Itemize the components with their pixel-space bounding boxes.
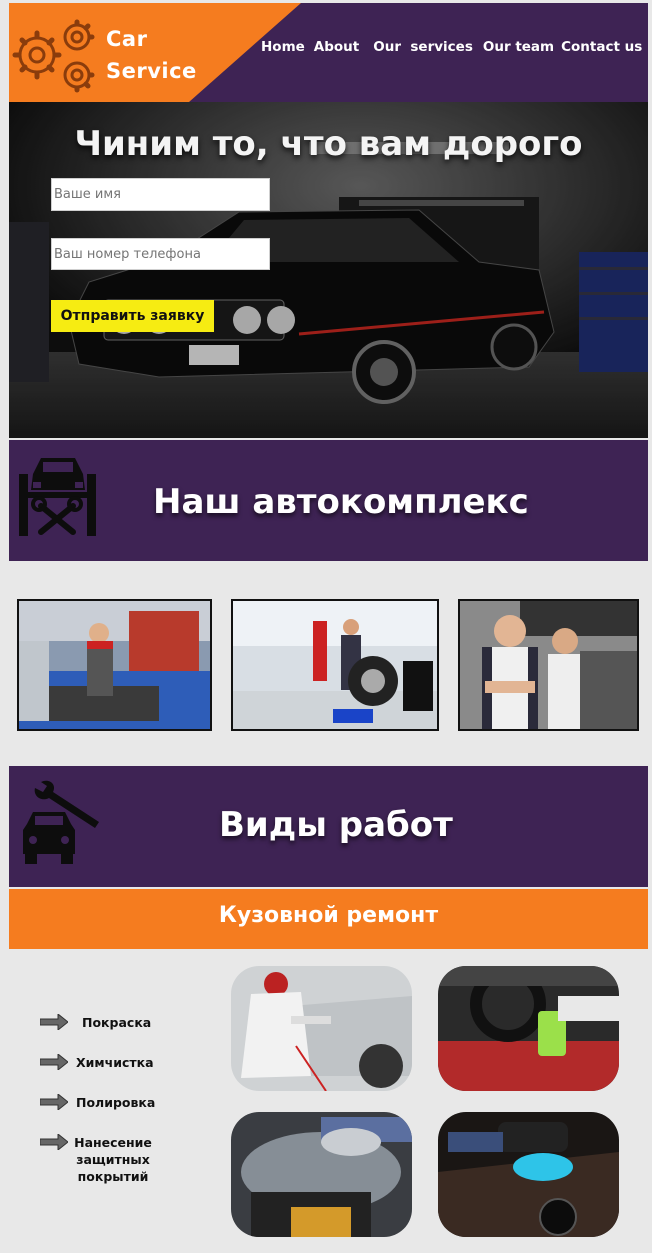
work-item-label: Химчистка [76, 1055, 154, 1070]
work-item-polishing[interactable]: Полировка [40, 1094, 155, 1111]
interior-cleaning-photo [438, 966, 619, 1091]
work-item-label: Нанесение защитных покрытий [74, 1135, 152, 1184]
arrow-right-icon [40, 1134, 68, 1150]
work-item-protective-coating[interactable]: Нанесение защитных покрытий [40, 1134, 154, 1185]
car-lift-tools-icon [19, 458, 96, 536]
phone-input[interactable] [51, 238, 270, 270]
work-item-label: Покраска [82, 1015, 152, 1030]
submit-request-button[interactable]: Отправить заявку [51, 300, 214, 332]
logo-text-service[interactable]: Service [106, 59, 197, 83]
mechanics-team-photo [458, 599, 639, 731]
nav-our-team[interactable]: Our team [483, 39, 554, 55]
steam-cleaning-photo [231, 1112, 412, 1237]
tire-service-photo [231, 599, 439, 731]
body-repair-title: Кузовной ремонт [218, 903, 439, 928]
car-painting-photo [231, 966, 412, 1091]
gears-icon[interactable] [9, 17, 104, 97]
mechanic-engine-photo [17, 599, 212, 731]
nav-our-services[interactable]: Our services [373, 39, 473, 55]
logo-text-car[interactable]: Car [106, 27, 147, 51]
works-title: Виды работ [219, 805, 453, 845]
complex-banner: Наш автокомплекс [9, 440, 648, 561]
complex-title: Наш автокомплекс [153, 482, 529, 522]
name-input[interactable] [51, 178, 270, 211]
main-nav: Home About Our services Our team Contact… [261, 39, 642, 55]
work-item-painting[interactable]: Покраска [40, 1014, 151, 1031]
arrow-right-icon [40, 1014, 68, 1030]
nav-home[interactable]: Home [261, 39, 305, 55]
hero-title: Чиним то, что вам дорого [74, 124, 583, 164]
hero-section: Чиним то, что вам дорого Отправить заявк… [9, 102, 648, 438]
site-header: Car Service Home About Our services Our … [9, 3, 648, 102]
nav-about[interactable]: About [314, 39, 359, 55]
nav-contact-us[interactable]: Contact us [561, 39, 642, 55]
works-banner: Виды работ [9, 766, 648, 887]
car-wrench-icon [23, 780, 99, 864]
work-item-dry-cleaning[interactable]: Химчистка [40, 1054, 154, 1071]
arrow-right-icon [40, 1094, 68, 1110]
body-repair-bar: Кузовной ремонт [9, 889, 648, 949]
car-polishing-photo [438, 1112, 619, 1237]
work-item-label: Полировка [76, 1095, 156, 1110]
arrow-right-icon [40, 1054, 68, 1070]
